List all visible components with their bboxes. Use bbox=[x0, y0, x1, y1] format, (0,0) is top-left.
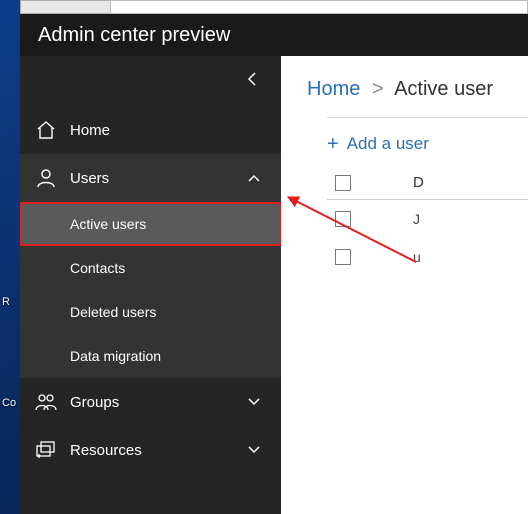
app-window: Admin center preview Home Users bbox=[20, 14, 528, 514]
sidebar-subitem-active-users[interactable]: Active users bbox=[20, 202, 281, 246]
sidebar-subitem-label: Data migration bbox=[70, 348, 161, 364]
desktop-icon-label: Co bbox=[2, 397, 16, 409]
breadcrumb-separator: > bbox=[372, 78, 384, 100]
sidebar-item-users[interactable]: Users bbox=[20, 154, 281, 202]
sidebar-item-resources[interactable]: Resources bbox=[20, 426, 281, 474]
sidebar-item-label: Users bbox=[70, 170, 247, 187]
sidebar-collapse-row bbox=[20, 56, 281, 106]
titlebar: Admin center preview bbox=[20, 14, 528, 56]
column-header[interactable]: D bbox=[413, 174, 424, 191]
table-header-row: D bbox=[327, 174, 528, 200]
row-cell: u bbox=[413, 249, 421, 265]
sidebar-subitem-label: Deleted users bbox=[70, 304, 156, 320]
table-row[interactable]: u bbox=[327, 238, 528, 276]
sidebar-item-groups[interactable]: Groups bbox=[20, 378, 281, 426]
content-area: Home > Active user + Add a user D J bbox=[281, 56, 528, 514]
address-bar[interactable] bbox=[110, 0, 528, 14]
sidebar-submenu-users: Active users Contacts Deleted users Data… bbox=[20, 202, 281, 378]
resources-icon bbox=[32, 440, 60, 460]
breadcrumb-home-link[interactable]: Home bbox=[307, 78, 360, 100]
sidebar-subitem-contacts[interactable]: Contacts bbox=[20, 246, 281, 290]
breadcrumb-current: Active user bbox=[394, 78, 493, 100]
plus-icon: + bbox=[327, 134, 339, 154]
app-title: Admin center preview bbox=[38, 24, 230, 47]
table-row[interactable]: J bbox=[327, 200, 528, 238]
sidebar-item-label: Resources bbox=[70, 442, 247, 459]
sidebar-item-label: Groups bbox=[70, 394, 247, 411]
sidebar: Home Users Active users Contacts bbox=[20, 56, 281, 514]
sidebar-item-label: Home bbox=[70, 122, 263, 139]
content-panel: + Add a user D J u bbox=[327, 117, 528, 276]
chevron-down-icon bbox=[247, 394, 263, 411]
home-icon bbox=[32, 120, 60, 140]
breadcrumb: Home > Active user bbox=[307, 78, 528, 101]
row-checkbox[interactable] bbox=[335, 211, 351, 227]
sidebar-subitem-label: Contacts bbox=[70, 260, 125, 276]
row-checkbox[interactable] bbox=[335, 249, 351, 265]
user-icon bbox=[32, 167, 60, 189]
sidebar-subitem-deleted-users[interactable]: Deleted users bbox=[20, 290, 281, 334]
sidebar-subitem-data-migration[interactable]: Data migration bbox=[20, 334, 281, 378]
desktop-icon-label: R bbox=[2, 296, 10, 308]
chevron-left-icon[interactable] bbox=[247, 72, 259, 90]
chevron-up-icon bbox=[247, 170, 263, 187]
sidebar-subitem-label: Active users bbox=[70, 216, 146, 232]
sidebar-item-home[interactable]: Home bbox=[20, 106, 281, 154]
chevron-down-icon bbox=[247, 442, 263, 459]
row-cell: J bbox=[413, 211, 420, 227]
add-user-button[interactable]: + Add a user bbox=[327, 128, 429, 160]
add-user-label: Add a user bbox=[347, 134, 429, 154]
groups-icon bbox=[32, 392, 60, 412]
app-body: Home Users Active users Contacts bbox=[20, 56, 528, 514]
select-all-checkbox[interactable] bbox=[335, 175, 351, 191]
